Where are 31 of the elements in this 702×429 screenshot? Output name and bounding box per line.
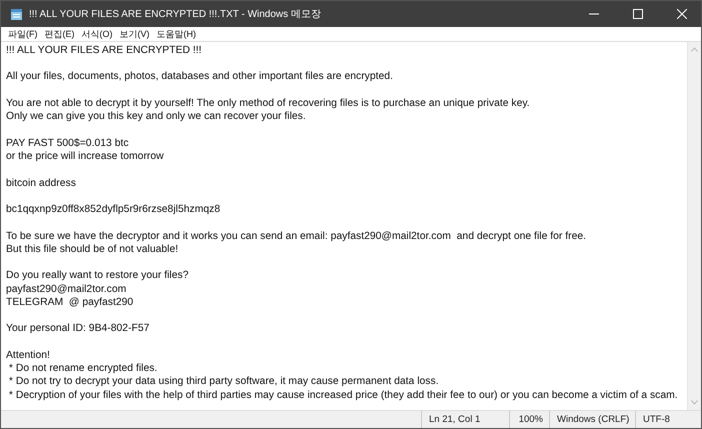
text-line: * Decryption of your files with the help of third parties may cause increased price (they add their fee to our) or you can become a victim of a scam. (8, 388, 679, 402)
text-line: bc1qqxnp9z0ff8x852dyflp5r9r6rzse8jl5hzmqz8 (6, 203, 222, 216)
notepad-icon (10, 8, 23, 20)
text-line: payfast290@mail2tor.com (6, 282, 128, 296)
text-line: You are not able to decrypt it by yourself! The only method of recovering files is to purchase an unique private key. (6, 96, 531, 110)
text-line: * Do not try to decrypt your data using third party software, it may cause permanent data loss. (8, 375, 440, 389)
text-line: Attention! (6, 348, 51, 362)
status-text: 100% (509, 411, 549, 428)
text-line: !!! ALL YOUR FILES ARE ENCRYPTED !!! (6, 44, 203, 58)
status-text: Ln 21, Col 1 (421, 411, 509, 428)
text-line: or the price will increase tomorrow (6, 150, 165, 164)
menu-item[interactable]: 보기(V) (120, 28, 150, 40)
text-line: To be sure we have the decryptor and it works you can send an email: payfast290@mail2tor.com and decrypt one file for free. (6, 230, 588, 243)
text-line: bitcoin address (6, 176, 77, 190)
menu-item[interactable]: 편집(E) (44, 28, 74, 40)
text-line: Your personal ID: 9B4-802-F57 (6, 322, 150, 336)
status-text: Windows (CRLF) (549, 411, 635, 428)
text-line: Only we can give you this key and only we can recover your files. (6, 110, 307, 124)
menu-item[interactable]: 도움말(H) (156, 28, 196, 40)
text-line: But this file should be of not valuable! (6, 242, 180, 256)
window-title: !!! ALL YOUR FILES ARE ENCRYPTED !!!.TXT - Windows 메모장 (29, 8, 322, 21)
status-text: UTF-8 (635, 411, 701, 428)
maximize-icon[interactable] (633, 9, 643, 19)
text-line: TELEGRAM @ payfast290 (6, 296, 134, 310)
text-line: Do you really want to restore your files? (6, 269, 190, 283)
text-line: PAY FAST 500$=0.013 btc (6, 136, 130, 150)
close-icon[interactable] (677, 9, 687, 19)
text-line: All your files, documents, photos, databases and other important files are encrypted. (6, 70, 394, 84)
text-line: * Do not rename encrypted files. (8, 362, 158, 376)
menu-item[interactable]: 서식(O) (82, 28, 112, 40)
menu-item[interactable]: 파일(F) (8, 28, 38, 40)
